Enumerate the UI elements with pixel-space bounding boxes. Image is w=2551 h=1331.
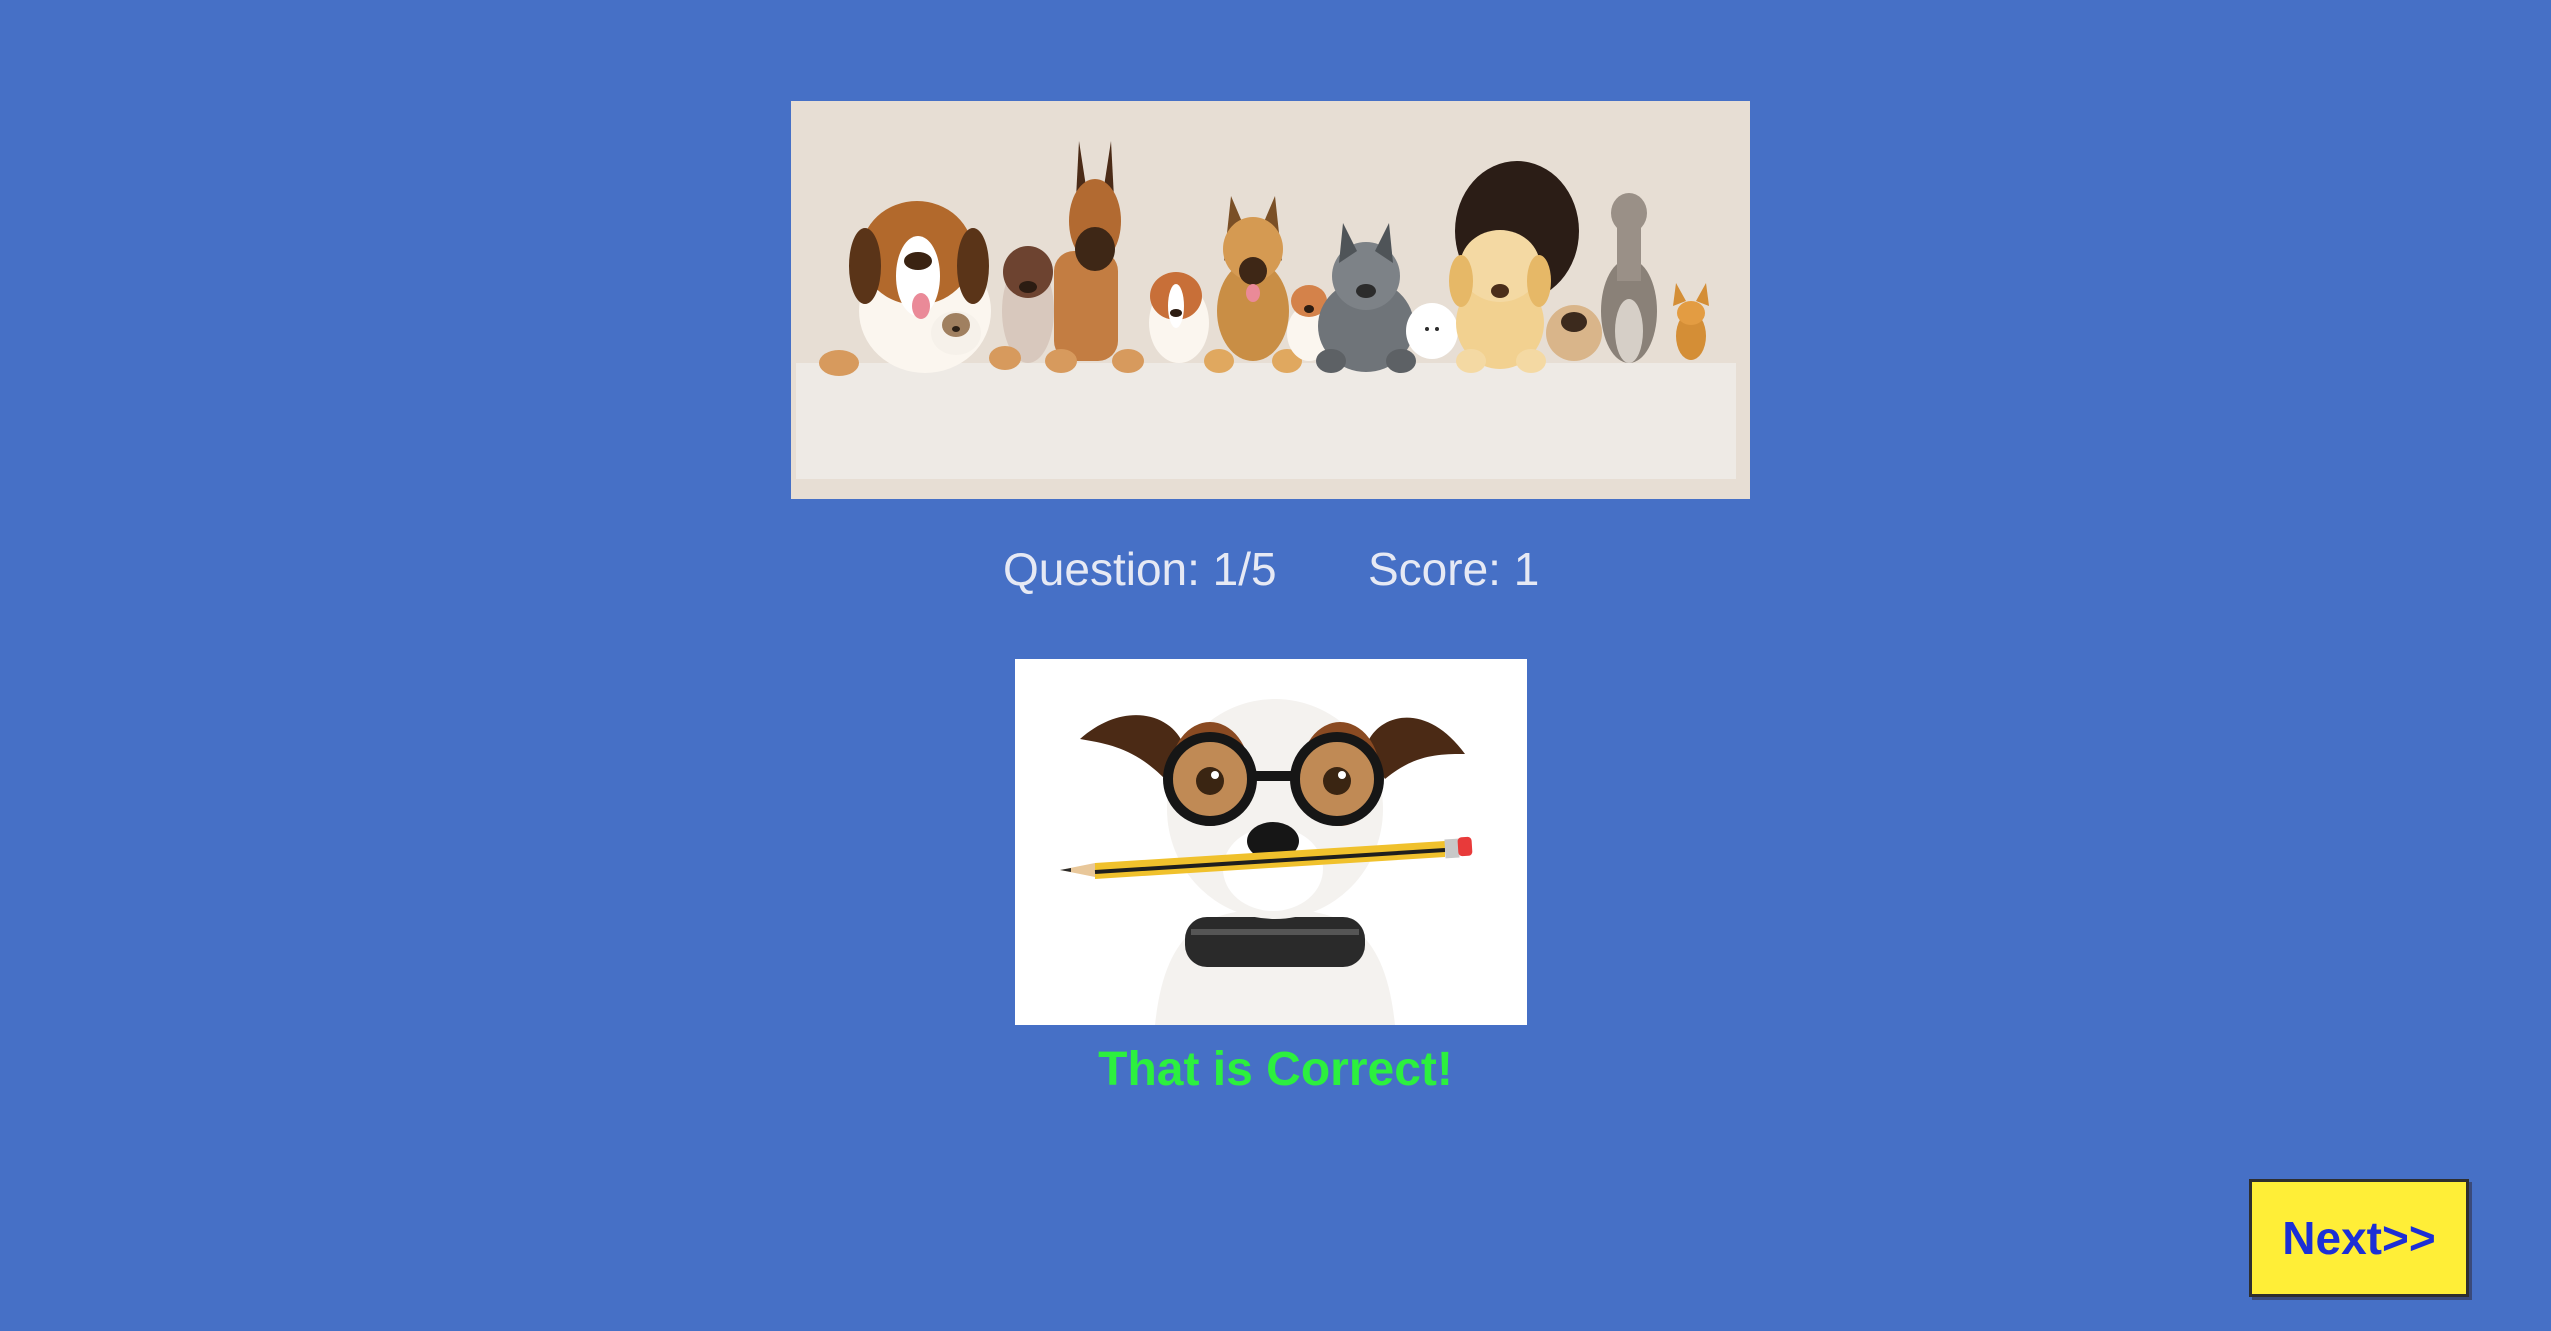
dogs-banner-image (791, 101, 1750, 499)
answer-feedback: That is Correct! (1098, 1043, 1453, 1096)
score-display: Score: 1 (1368, 543, 1540, 595)
next-button[interactable]: Next>> (2249, 1179, 2469, 1297)
quiz-stats: Question: 1/5 Score: 1 (0, 542, 2551, 602)
question-counter: Question: 1/5 (1003, 543, 1277, 595)
question-dog-photo (1015, 659, 1527, 1025)
